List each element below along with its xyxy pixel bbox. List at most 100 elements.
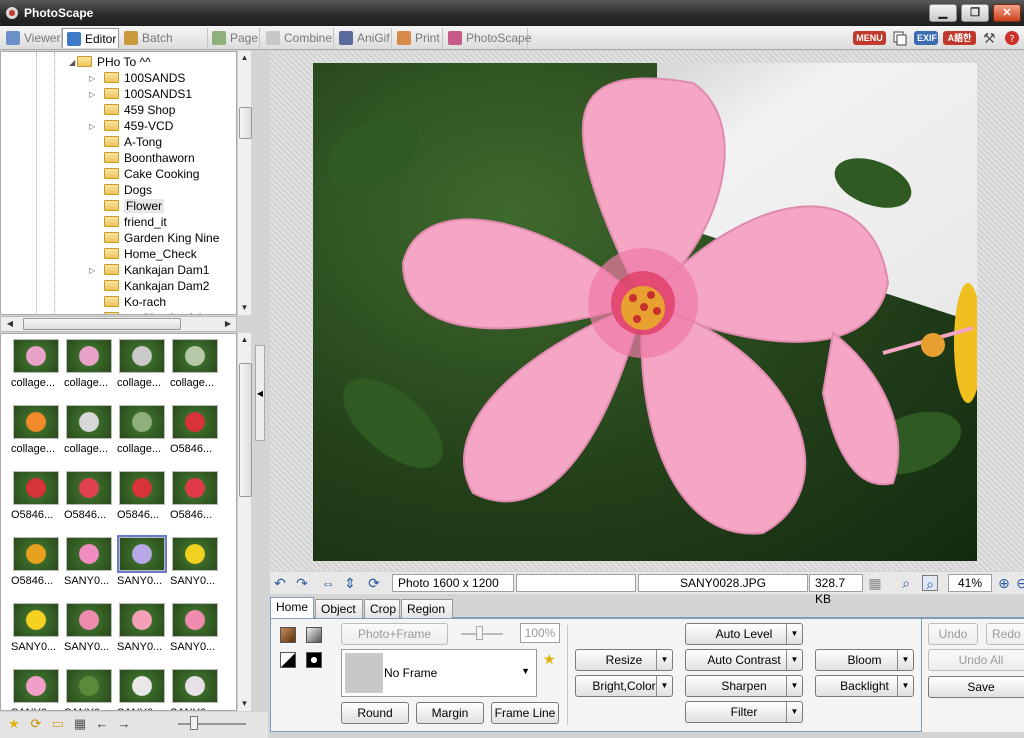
- tree-folder-item[interactable]: ▷ 459-VCD: [87, 118, 173, 134]
- tree-folder-item[interactable]: Boonthaworn: [87, 150, 195, 166]
- tree-folder-item[interactable]: friend_it: [87, 214, 167, 230]
- frame-select[interactable]: No Frame ▼: [341, 649, 537, 697]
- tab-batch-editor[interactable]: Batch Editor: [120, 28, 208, 65]
- chevron-down-icon[interactable]: ▼: [656, 676, 672, 696]
- tree-folder-item[interactable]: Home_Check: [87, 246, 197, 262]
- thumbnail-item[interactable]: SANY0...: [117, 665, 169, 710]
- expand-icon[interactable]: ▷: [89, 263, 97, 279]
- tab-anigif[interactable]: AniGif: [335, 28, 392, 48]
- frame-style-circle-icon[interactable]: [306, 652, 322, 668]
- tab-photoscape[interactable]: PhotoScape: [444, 28, 531, 48]
- tree-folder-item[interactable]: ▷ Kankajan Dam1: [87, 262, 209, 278]
- tab-print[interactable]: Print: [393, 28, 443, 48]
- scroll-down-icon[interactable]: ▼: [238, 301, 251, 315]
- tab-editor[interactable]: Editor: [62, 28, 119, 48]
- thumbnail-item[interactable]: SANY0...: [117, 599, 169, 661]
- chevron-down-icon[interactable]: ▼: [897, 650, 913, 670]
- flip-horizontal-icon[interactable]: ⇔: [320, 575, 336, 591]
- expand-icon[interactable]: ▷: [89, 87, 97, 103]
- filter-icon[interactable]: ▦: [72, 716, 88, 732]
- tab-home[interactable]: Home: [270, 597, 314, 619]
- tree-folder-item[interactable]: my friend ..plying: [87, 310, 215, 314]
- panel-collapse-handle[interactable]: ◀: [255, 345, 265, 441]
- exif-button[interactable]: EXIF: [914, 31, 938, 45]
- frame-line-button[interactable]: Frame Line: [491, 702, 559, 724]
- expand-icon[interactable]: ▷: [89, 71, 97, 87]
- thumbnail-item[interactable]: SANY0...: [64, 533, 116, 595]
- zoom-out-icon[interactable]: ⊖: [1014, 575, 1024, 591]
- rotate-right-icon[interactable]: ↷: [294, 575, 310, 591]
- tree-hscrollbar[interactable]: ◀ ▶: [0, 316, 237, 332]
- thumbnail-item[interactable]: O5846...: [170, 401, 222, 463]
- tree-folder-item[interactable]: ▷ 100SANDS1: [87, 86, 192, 102]
- copy-icon[interactable]: [892, 30, 908, 46]
- minimize-button[interactable]: ▁: [929, 4, 957, 22]
- refresh-icon[interactable]: ⟳: [366, 575, 382, 591]
- auto-contrast-button[interactable]: Auto Contrast ▼: [685, 649, 803, 671]
- tree-scrollbar[interactable]: ▲ ▼: [237, 51, 252, 315]
- collapse-icon[interactable]: ◢: [69, 55, 77, 71]
- thumbnail-item[interactable]: SANY0...: [11, 599, 63, 661]
- restore-button[interactable]: ❐: [961, 4, 989, 22]
- undo-all-button[interactable]: Undo All: [928, 649, 1024, 671]
- sharpen-button[interactable]: Sharpen ▼: [685, 675, 803, 697]
- refresh-folder-icon[interactable]: ⟳: [28, 716, 44, 732]
- chevron-down-icon[interactable]: ▼: [786, 676, 802, 696]
- chevron-down-icon[interactable]: ▼: [786, 702, 802, 722]
- tree-folder-item[interactable]: Kankajan Dam2: [87, 278, 209, 294]
- thumbnail-item[interactable]: O5846...: [64, 467, 116, 529]
- tab-region[interactable]: Region: [401, 599, 453, 618]
- bright-color-button[interactable]: Bright,Color ▼: [575, 675, 673, 697]
- thumbnail-item[interactable]: SANY0...: [170, 533, 222, 595]
- backlight-button[interactable]: Backlight ▼: [815, 675, 914, 697]
- thumbnail-item[interactable]: collage...: [64, 401, 116, 463]
- frame-style-gray-icon[interactable]: [306, 627, 322, 643]
- tools-icon[interactable]: ⚒: [983, 30, 997, 46]
- thumbnail-item[interactable]: SANY0...: [170, 599, 222, 661]
- tab-combine[interactable]: Combine: [262, 28, 334, 48]
- photo-frame-button[interactable]: Photo+Frame: [341, 623, 448, 645]
- frame-size-handle[interactable]: [476, 626, 483, 640]
- transparency-icon[interactable]: ▦: [867, 575, 883, 591]
- thumbnail-scroll-thumb[interactable]: [239, 363, 252, 497]
- forward-arrow-icon[interactable]: →: [116, 716, 132, 732]
- round-button[interactable]: Round: [341, 702, 409, 724]
- zoom-in-icon[interactable]: ⊕: [996, 575, 1012, 591]
- filter-button[interactable]: Filter ▼: [685, 701, 803, 723]
- thumbnail-item[interactable]: SANY0...: [64, 665, 116, 710]
- scroll-up-icon[interactable]: ▲: [238, 51, 251, 65]
- thumbnail-item[interactable]: SANY0...: [117, 533, 169, 595]
- resize-button[interactable]: Resize ▼: [575, 649, 673, 671]
- bloom-button[interactable]: Bloom ▼: [815, 649, 914, 671]
- thumbnail-item[interactable]: O5846...: [11, 533, 63, 595]
- tree-folder-item[interactable]: A-Tong: [87, 134, 162, 150]
- rotate-left-icon[interactable]: ↶: [272, 575, 288, 591]
- thumbnail-item[interactable]: collage...: [117, 335, 169, 397]
- thumbnail-item[interactable]: SANY0...: [11, 665, 63, 710]
- thumbnail-item[interactable]: SANY0...: [170, 665, 222, 710]
- auto-level-button[interactable]: Auto Level ▼: [685, 623, 803, 645]
- language-button[interactable]: A語한: [943, 31, 976, 45]
- redo-button[interactable]: Redo: [986, 623, 1024, 645]
- tree-folder-item[interactable]: Flower: [87, 198, 165, 214]
- tree-folder-item[interactable]: Ko-rach: [87, 294, 166, 310]
- favorite-frame-star-icon[interactable]: ★: [543, 651, 556, 668]
- scroll-up-icon[interactable]: ▲: [238, 333, 251, 347]
- save-button[interactable]: Save: [928, 676, 1024, 698]
- frame-style-bw-icon[interactable]: [280, 652, 296, 668]
- margin-button[interactable]: Margin: [416, 702, 484, 724]
- expand-icon[interactable]: ▷: [89, 119, 97, 135]
- back-arrow-icon[interactable]: ←: [94, 716, 110, 732]
- thumbnail-item[interactable]: collage...: [64, 335, 116, 397]
- zoom-fit-icon[interactable]: ⌕: [898, 575, 914, 591]
- chevron-down-icon[interactable]: ▼: [656, 650, 672, 670]
- scroll-right-icon[interactable]: ▶: [221, 317, 235, 331]
- chevron-down-icon[interactable]: ▼: [897, 676, 913, 696]
- flip-vertical-icon[interactable]: ⇕: [342, 575, 358, 591]
- undo-button[interactable]: Undo: [928, 623, 978, 645]
- thumbnail-size-handle[interactable]: [190, 716, 198, 730]
- thumbnail-item[interactable]: collage...: [11, 335, 63, 397]
- favorite-star-icon[interactable]: ★: [6, 716, 22, 732]
- thumbnail-item[interactable]: O5846...: [117, 467, 169, 529]
- tree-folder-item[interactable]: Dogs: [87, 182, 152, 198]
